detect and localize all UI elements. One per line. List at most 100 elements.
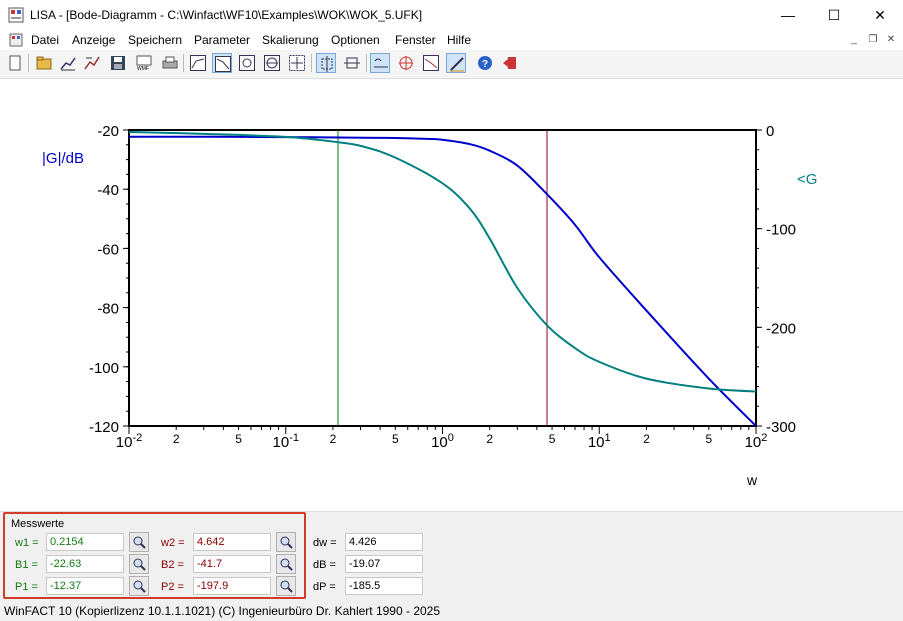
edit-diagram-button[interactable] (82, 53, 102, 73)
b1-field[interactable]: -22.63 (46, 555, 124, 573)
w2-label: w2 = (161, 537, 185, 549)
cursor2-button[interactable] (342, 53, 362, 73)
w1-label: w1 = (15, 537, 39, 549)
mdi-minimize-icon[interactable]: _ (848, 34, 860, 46)
menu-hilfe[interactable]: Hilfe (447, 33, 471, 47)
x-minor-tick-label: 2 (486, 432, 493, 446)
close-button[interactable]: ✕ (857, 0, 903, 30)
help-button[interactable]: ? (475, 53, 495, 73)
plot-area[interactable]: -20 -40 -60 -80 -100 -120 0 -100 -200 -300 10-2 10-… (0, 79, 903, 511)
new-button[interactable] (5, 53, 25, 73)
frequency-range-button[interactable] (370, 53, 390, 73)
x-minor-tick-label: 2 (173, 432, 180, 446)
w1-zoom-button[interactable] (129, 532, 149, 552)
y-left-tick-label: -60 (97, 241, 119, 258)
x-minor-tick-label: 2 (643, 432, 650, 446)
menu-fenster[interactable]: Fenster (395, 33, 436, 47)
dw-field[interactable]: 4.426 (345, 533, 423, 551)
db-label: dB = (313, 559, 336, 571)
x-minor-tick-label: 5 (392, 432, 399, 446)
save-wmf-button[interactable]: WMF (134, 53, 154, 73)
nichols-icon (289, 55, 305, 71)
y-left-tick-label: -100 (89, 360, 119, 377)
x-minor-tick-label: 2 (330, 432, 337, 446)
zoom-diagram-button[interactable] (58, 53, 78, 73)
cursor-icon (321, 56, 333, 72)
menu-parameter[interactable]: Parameter (194, 33, 250, 47)
phase-line (128, 130, 757, 393)
cursor-button[interactable] (316, 53, 336, 73)
b1-label: B1 = (15, 559, 38, 571)
magnitude-plot-button[interactable] (188, 53, 208, 73)
save-button[interactable] (108, 53, 128, 73)
status-text: WinFACT 10 (Kopierlizenz 10.1.1.1021) (C… (4, 604, 441, 618)
minimize-button[interactable]: — (765, 0, 811, 30)
x-minor-tick-label: 5 (705, 432, 712, 446)
toolbar-separator (366, 54, 367, 72)
new-icon (9, 55, 21, 71)
phase-plot-icon (239, 55, 255, 71)
x-minor-tick-label: 5 (235, 432, 242, 446)
db-field[interactable]: -19.07 (345, 555, 423, 573)
b2-label: B2 = (161, 559, 184, 571)
toolbar: WMF ? (0, 50, 903, 79)
mdi-restore-icon[interactable]: ❐ (867, 34, 879, 46)
p2-field[interactable]: -197.9 (193, 577, 271, 595)
p2-zoom-button[interactable] (276, 576, 296, 596)
title-bar: LISA - [Bode-Diagramm - C:\Winfact\WF10\… (0, 0, 903, 30)
minimize-icon: — (781, 7, 795, 23)
w1-field[interactable]: 0.2154 (46, 533, 124, 551)
open-icon (36, 56, 52, 70)
magnifier-icon (133, 580, 146, 593)
b1-zoom-button[interactable] (129, 554, 149, 574)
w2-zoom-button[interactable] (276, 532, 296, 552)
dw-label: dw = (313, 537, 337, 549)
crosshair-button[interactable] (396, 53, 416, 73)
exit-icon (503, 57, 516, 69)
bode-plot-button[interactable] (212, 53, 232, 73)
open-button[interactable] (34, 53, 54, 73)
document-icon[interactable] (8, 32, 24, 48)
bode-chart[interactable]: -20 -40 -60 -80 -100 -120 0 -100 -200 -300 10-2 10-… (0, 79, 903, 511)
dp-label: dP = (313, 581, 336, 593)
x-tick-label: 10-1 (273, 432, 299, 451)
dp-field[interactable]: -185.5 (345, 577, 423, 595)
phase-plot-button[interactable] (237, 53, 257, 73)
toolbar-separator (183, 54, 184, 72)
print-button[interactable] (160, 53, 180, 73)
maximize-button[interactable]: ☐ (811, 0, 857, 30)
magnifier-icon (133, 558, 146, 571)
nichols-button[interactable] (287, 53, 307, 73)
cursor2-icon (344, 57, 360, 69)
menu-optionen[interactable]: Optionen (331, 33, 380, 47)
maximize-icon: ☐ (827, 7, 841, 23)
menu-bar: Datei Anzeige Speichern Parameter Skalie… (0, 30, 903, 50)
b2-field[interactable]: -41.7 (193, 555, 271, 573)
exit-button[interactable] (500, 53, 520, 73)
p1-zoom-button[interactable] (129, 576, 149, 596)
b2-zoom-button[interactable] (276, 554, 296, 574)
toolbar-separator (28, 54, 29, 72)
locus-icon (264, 55, 280, 71)
y-right-tick-label: -100 (766, 222, 796, 239)
y-left-axis-label: |G|/dB (42, 150, 84, 167)
draw-button[interactable] (446, 53, 466, 73)
menu-datei[interactable]: Datei (31, 33, 59, 47)
save-icon (111, 56, 125, 70)
menu-speichern[interactable]: Speichern (128, 33, 182, 47)
p1-field[interactable]: -12.37 (46, 577, 124, 595)
measure-group-title: Messwerte (11, 518, 65, 530)
x-axis-label: w (746, 472, 758, 488)
menu-skalierung[interactable]: Skalierung (262, 33, 319, 47)
save-wmf-icon: WMF (136, 55, 152, 71)
locus-button[interactable] (262, 53, 282, 73)
p1-label: P1 = (15, 581, 38, 593)
draw-icon (450, 57, 464, 72)
y-right-tick-label: 0 (766, 123, 774, 140)
grid-button[interactable] (421, 53, 441, 73)
menu-anzeige[interactable]: Anzeige (72, 33, 115, 47)
svg-text:WMF: WMF (137, 66, 149, 71)
mdi-close-icon[interactable]: ✕ (885, 34, 897, 46)
p2-label: P2 = (161, 581, 184, 593)
w2-field[interactable]: 4.642 (193, 533, 271, 551)
